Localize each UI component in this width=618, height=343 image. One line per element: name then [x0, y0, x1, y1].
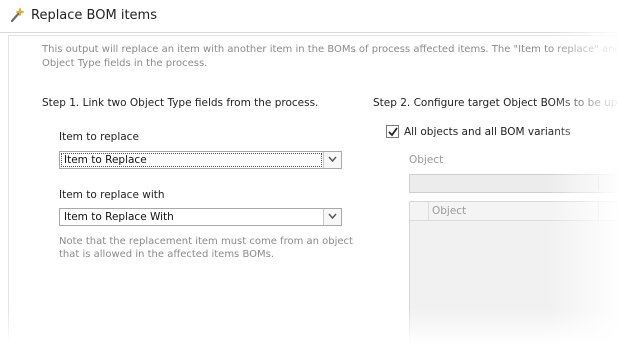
intro-line-1: This output will replace an item with an… — [42, 44, 618, 55]
grid-header: Object — [410, 202, 618, 221]
item-to-replace-with-dropdown[interactable]: Item to Replace With — [59, 208, 342, 226]
grid-column-divider — [598, 202, 599, 220]
item-to-replace-with-value: Item to Replace With — [64, 211, 174, 223]
intro-line-2: Object Type fields in the process. — [42, 58, 208, 69]
replace-bom-items-dialog: Replace BOM items This output will repla… — [0, 0, 618, 343]
title-bar: Replace BOM items — [0, 0, 618, 33]
step2-heading: Step 2. Configure target Object BOMs to … — [373, 97, 618, 109]
field-divider — [598, 177, 599, 190]
target-objects-grid: Object — [409, 201, 618, 343]
replacement-note: Note that the replacement item must come… — [59, 235, 353, 261]
item-to-replace-dropdown[interactable]: Item to Replace — [59, 151, 342, 169]
item-to-replace-with-label: Item to replace with — [59, 189, 165, 201]
item-to-replace-label: Item to replace — [59, 131, 139, 143]
grid-row-selector-header — [410, 202, 429, 220]
item-to-replace-value: Item to Replace — [64, 154, 147, 166]
intro-text: This output will replace an item with an… — [42, 43, 618, 71]
note-line-1: Note that the replacement item must come… — [59, 236, 353, 247]
all-objects-checkbox[interactable] — [386, 125, 399, 138]
chevron-down-icon[interactable] — [323, 152, 341, 168]
grid-column-object: Object — [432, 205, 467, 217]
note-line-2: that is allowed in the affected items BO… — [59, 249, 275, 260]
all-objects-label[interactable]: All objects and all BOM variants — [404, 126, 570, 138]
object-label: Object — [409, 154, 444, 166]
object-dropdown-disabled — [409, 174, 618, 193]
chevron-down-icon[interactable] — [323, 209, 341, 225]
magic-wand-icon — [9, 7, 25, 23]
step1-heading: Step 1. Link two Object Type fields from… — [42, 97, 319, 109]
checkmark-icon — [388, 127, 398, 137]
dialog-title: Replace BOM items — [31, 8, 157, 23]
